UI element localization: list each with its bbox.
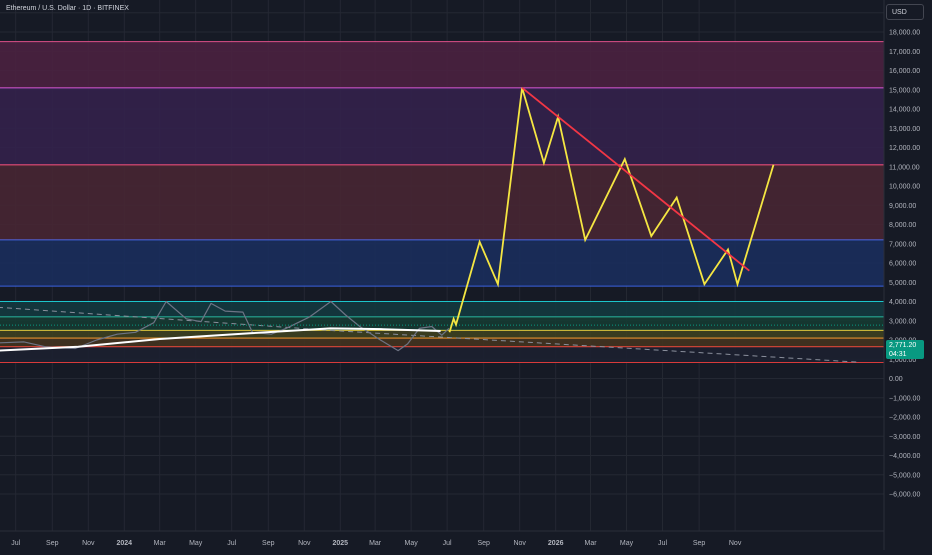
y-tick-label: −4,000.00	[889, 453, 920, 460]
x-axis[interactable]: Jul Sep Nov 2024 Mar May Jul Sep Nov 2025 Mar May Ju…	[11, 540, 742, 547]
current-price-tag: 2,771.20 04:31	[886, 340, 924, 359]
x-tick-label: 2024	[117, 540, 133, 547]
y-tick-label: 10,000.00	[889, 184, 920, 191]
y-tick-label: −2,000.00	[889, 415, 920, 422]
x-tick-label: Nov	[729, 540, 742, 547]
y-tick-label: −3,000.00	[889, 434, 920, 441]
chart-canvas[interactable]: 19,000.0018,000.0017,000.0016,000.0015,0…	[0, 0, 932, 550]
x-tick-label: Jul	[11, 540, 20, 547]
bar-countdown: 04:31	[889, 351, 907, 358]
y-tick-label: 6,000.00	[889, 261, 916, 268]
y-tick-label: −1,000.00	[889, 395, 920, 402]
y-tick-label: 8,000.00	[889, 222, 916, 229]
x-tick-label: Sep	[693, 540, 706, 547]
y-tick-label: 14,000.00	[889, 107, 920, 114]
chart-container[interactable]: 19,000.0018,000.0017,000.0016,000.0015,0…	[0, 0, 932, 550]
x-tick-label: May	[404, 540, 418, 547]
x-tick-label: 2026	[548, 540, 564, 547]
currency-button[interactable]: USD	[886, 4, 924, 20]
y-tick-label: 13,000.00	[889, 126, 920, 133]
x-tick-label: May	[620, 540, 634, 547]
y-tick-label: 18,000.00	[889, 30, 920, 37]
price-zone[interactable]	[0, 87, 884, 165]
x-tick-label: Sep	[46, 540, 59, 547]
y-tick-label: −6,000.00	[889, 492, 920, 499]
x-tick-label: 2025	[333, 540, 349, 547]
price-zone[interactable]	[0, 346, 884, 363]
y-tick-label: −5,000.00	[889, 472, 920, 479]
x-tick-label: Mar	[154, 540, 167, 547]
y-tick-label: 7,000.00	[889, 241, 916, 248]
current-price-value: 2,771.20	[889, 342, 917, 349]
x-tick-label: Jul	[443, 540, 452, 547]
price-zone[interactable]	[0, 301, 884, 317]
price-zone[interactable]	[0, 41, 884, 88]
y-tick-label: 12,000.00	[889, 145, 920, 152]
price-zone[interactable]	[0, 239, 884, 287]
y-tick-label: 5,000.00	[889, 280, 916, 287]
x-tick-label: May	[189, 540, 203, 547]
x-tick-label: Sep	[262, 540, 275, 547]
x-tick-label: Nov	[82, 540, 95, 547]
price-zone[interactable]	[0, 316, 884, 331]
y-tick-label: 3,000.00	[889, 318, 916, 325]
x-tick-label: Mar	[584, 540, 597, 547]
y-tick-label: 17,000.00	[889, 49, 920, 56]
x-tick-label: Sep	[477, 540, 490, 547]
y-tick-label: 4,000.00	[889, 299, 916, 306]
y-tick-label: 0.00	[889, 376, 903, 383]
x-tick-label: Nov	[298, 540, 311, 547]
y-tick-label: 11,000.00	[889, 164, 920, 171]
y-tick-label: 16,000.00	[889, 68, 920, 75]
y-tick-label: 9,000.00	[889, 203, 916, 210]
x-tick-label: Mar	[369, 540, 382, 547]
x-tick-label: Jul	[658, 540, 667, 547]
price-zone[interactable]	[0, 164, 884, 240]
price-zones	[0, 41, 884, 364]
x-tick-label: Nov	[513, 540, 526, 547]
symbol-title: Ethereum / U.S. Dollar · 1D · BITFINEX	[6, 5, 129, 12]
x-tick-label: Jul	[227, 540, 236, 547]
y-tick-label: 15,000.00	[889, 87, 920, 94]
